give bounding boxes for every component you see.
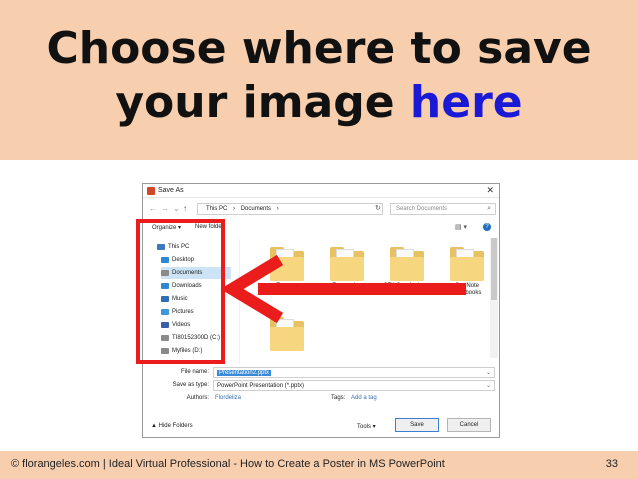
page-number: 33 [605, 458, 618, 470]
annotation-arrow-icon [220, 254, 466, 324]
slide-footer: © florangeles.com | Ideal Virtual Profes… [0, 451, 638, 479]
footer-text: © florangeles.com | Ideal Virtual Profes… [11, 458, 445, 470]
